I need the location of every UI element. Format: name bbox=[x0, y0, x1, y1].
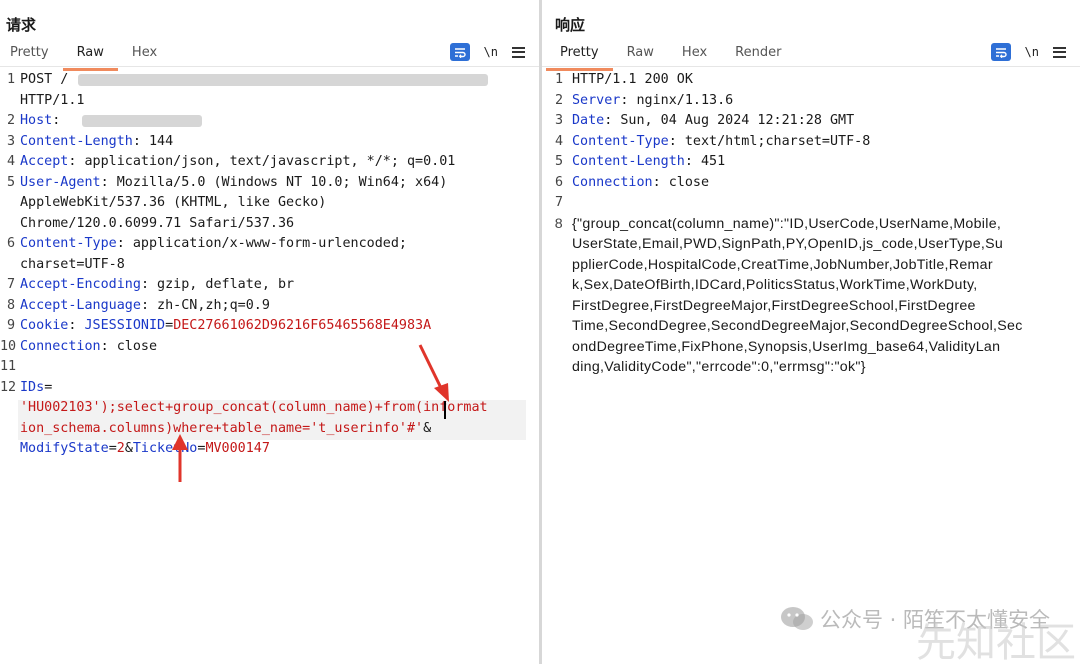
line-text: Content-Type: text/html;charset=UTF-8 bbox=[572, 132, 870, 152]
line-text: Content-Length: 451 bbox=[572, 152, 725, 172]
code-line: 4 Content-Type: text/html;charset=UTF-8 bbox=[542, 132, 1080, 152]
line-text: Date: Sun, 04 Aug 2024 12:21:28 GMT bbox=[572, 111, 854, 131]
response-tab-raw[interactable]: Raw bbox=[625, 44, 656, 66]
watermark-text-2: 先知社区 bbox=[916, 620, 1076, 664]
line-text: pplierCode,HospitalCode,CreatTime,JobNum… bbox=[572, 255, 993, 275]
code-token: {"group_concat(column_name)":"ID,UserCod… bbox=[572, 215, 1002, 232]
line-text: ondDegreeTime,FixPhone,Synopsis,UserImg_… bbox=[572, 337, 1000, 357]
code-token: k,Sex,DateOfBirth,IDCard,PoliticsStatus,… bbox=[572, 277, 978, 293]
response-tabs: Pretty Raw Hex Render bbox=[546, 44, 807, 71]
line-text: {"group_concat(column_name)":"ID,UserCod… bbox=[572, 214, 1001, 234]
annotation-arrows bbox=[172, 344, 449, 482]
editor-border bbox=[542, 66, 1080, 67]
code-line: FirstDegree,FirstDegreeMajor,FirstDegree… bbox=[542, 296, 1080, 316]
wrap-lines-icon[interactable] bbox=[990, 43, 1011, 61]
code-token: : close bbox=[652, 174, 710, 190]
code-token: FirstDegree,FirstDegreeMajor,FirstDegree… bbox=[572, 297, 976, 314]
response-title: 响应 bbox=[555, 16, 586, 34]
line-text: k,Sex,DateOfBirth,IDCard,PoliticsStatus,… bbox=[572, 275, 978, 295]
response-tab-render[interactable]: Render bbox=[733, 44, 783, 66]
code-token: HTTP/1.1 200 OK bbox=[572, 72, 693, 87]
line-number: 4 bbox=[554, 133, 563, 149]
line-number: 1 bbox=[554, 72, 563, 87]
code-line: 8 {"group_concat(column_name)":"ID,UserCo… bbox=[542, 214, 1080, 234]
line-number: 6 bbox=[554, 174, 563, 190]
line-text: HTTP/1.1 200 OK bbox=[572, 70, 693, 90]
line-text: FirstDegree,FirstDegreeMajor,FirstDegree… bbox=[572, 296, 976, 316]
response-tab-hex[interactable]: Hex bbox=[680, 44, 709, 66]
code-line: 3 Date: Sun, 04 Aug 2024 12:21:28 GMT bbox=[542, 111, 1080, 131]
code-token: : Sun, 04 Aug 2024 12:21:28 GMT bbox=[604, 113, 855, 128]
code-line: 1 HTTP/1.1 200 OK bbox=[542, 70, 1080, 90]
code-line: 7 bbox=[542, 193, 1080, 213]
code-token: Server bbox=[572, 92, 621, 108]
line-text: ding,ValidityCode","errcode":0,"errmsg":… bbox=[572, 357, 866, 377]
code-token: ding,ValidityCode","errcode":0,"errmsg":… bbox=[572, 359, 866, 375]
response-editor-tools: \n bbox=[990, 43, 1066, 61]
code-token: ondDegreeTime,FixPhone,Synopsis,UserImg_… bbox=[572, 338, 1001, 355]
response-tab-pretty[interactable]: Pretty bbox=[546, 44, 613, 71]
line-text: UserState,Email,PWD,SignPath,PY,OpenID,j… bbox=[572, 234, 1003, 254]
code-token: Time,SecondDegree,SecondDegreeMajor,Seco… bbox=[572, 318, 1023, 334]
code-line: UserState,Email,PWD,SignPath,PY,OpenID,j… bbox=[542, 234, 1080, 254]
hamburger-menu-icon[interactable] bbox=[1053, 46, 1066, 58]
code-token: : 451 bbox=[684, 154, 726, 169]
code-line: ondDegreeTime,FixPhone,Synopsis,UserImg_… bbox=[542, 337, 1080, 357]
code-token: Content-Length bbox=[572, 154, 685, 169]
code-line: ding,ValidityCode","errcode":0,"errmsg":… bbox=[542, 357, 1080, 377]
code-token: : nginx/1.13.6 bbox=[620, 92, 734, 108]
code-token: Content-Type bbox=[572, 133, 669, 149]
response-pane: 响应 Pretty Raw Hex Render \n 1 HTTP/1.1 20… bbox=[542, 0, 1080, 664]
arrow-up-icon bbox=[172, 434, 188, 482]
line-number: 2 bbox=[554, 92, 563, 108]
code-line: 5 Content-Length: 451 bbox=[542, 152, 1080, 172]
wechat-icon bbox=[780, 606, 814, 632]
code-line: Time,SecondDegree,SecondDegreeMajor,Seco… bbox=[542, 316, 1080, 336]
arrow-down-icon bbox=[418, 344, 449, 402]
newline-toggle[interactable]: \n bbox=[1025, 45, 1039, 59]
code-token: : text/html;charset=UTF-8 bbox=[668, 133, 871, 149]
line-text: Server: nginx/1.13.6 bbox=[572, 91, 733, 111]
code-line: k,Sex,DateOfBirth,IDCard,PoliticsStatus,… bbox=[542, 275, 1080, 295]
code-token: Date bbox=[572, 113, 605, 128]
line-number: 8 bbox=[554, 215, 563, 232]
line-number: 7 bbox=[554, 195, 563, 210]
line-number: 3 bbox=[554, 113, 563, 128]
request-pane: 请求 Pretty Raw Hex \n 1 POST / HTTP/1.1 2 Hos… bbox=[0, 0, 539, 664]
line-text: Time,SecondDegree,SecondDegreeMajor,Seco… bbox=[572, 316, 1023, 336]
code-line: 2 Server: nginx/1.13.6 bbox=[542, 91, 1080, 111]
code-line: 6 Connection: close bbox=[542, 173, 1080, 193]
line-number: 5 bbox=[554, 154, 563, 169]
code-token: pplierCode,HospitalCode,CreatTime,JobNum… bbox=[572, 256, 993, 273]
code-token: UserState,Email,PWD,SignPath,PY,OpenID,j… bbox=[572, 236, 1004, 252]
code-token: Connection bbox=[572, 174, 653, 190]
line-text: Connection: close bbox=[572, 173, 709, 193]
code-line: pplierCode,HospitalCode,CreatTime,JobNum… bbox=[542, 255, 1080, 275]
